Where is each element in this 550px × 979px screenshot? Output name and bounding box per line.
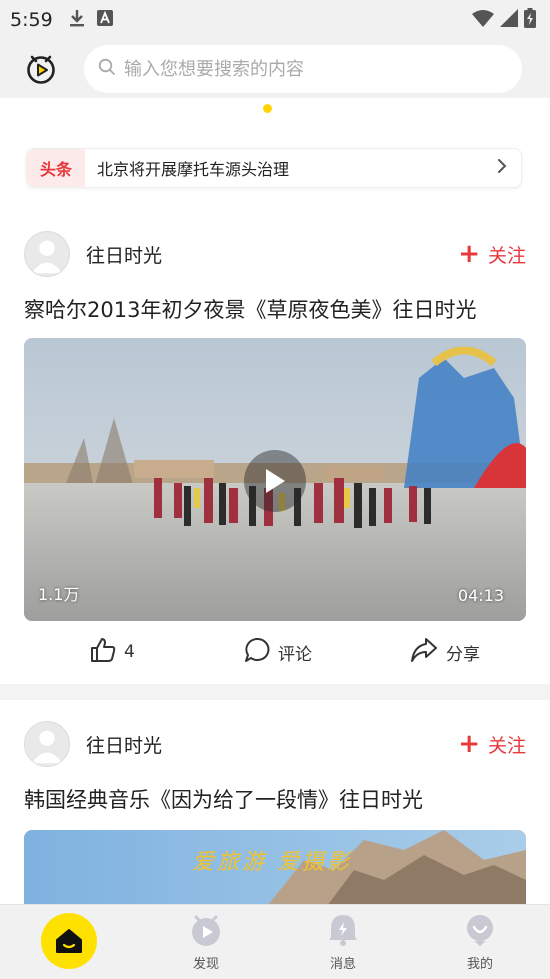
app-root: 5:59 输入您想要搜索的内容 头条 北京将开展摩托车源头治理 往日时光 + 关…	[0, 0, 550, 979]
battery-charging-icon	[524, 8, 536, 32]
share-arrow-icon	[410, 637, 438, 668]
plus-icon: +	[458, 239, 480, 269]
nav-mine[interactable]: 我的	[440, 913, 520, 972]
nav-discover[interactable]: 发现	[166, 913, 246, 972]
follow-label: 关注	[487, 734, 526, 757]
feed-post: 往日时光 + 关注 察哈尔2013年初夕夜景《草原夜色美》往日时光 1.1万 0…	[0, 210, 550, 684]
follow-button[interactable]: + 关注	[458, 731, 526, 758]
keyboard-a-icon	[96, 10, 113, 30]
feed-post: 往日时光 + 关注 韩国经典音乐《因为给了一段情》往日时光 爱旅游 爱摄影	[0, 700, 550, 910]
thumbnail-caption: 爱旅游 爱摄影	[192, 850, 352, 875]
thumbs-up-icon	[90, 637, 116, 668]
post-author-row: 往日时光 + 关注	[24, 720, 526, 768]
top-header	[0, 40, 550, 98]
plus-icon: +	[458, 729, 480, 759]
bottom-navigation: 发现 消息 我的	[0, 904, 550, 979]
comment-label: 评论	[278, 644, 312, 665]
views-value: 1.1万	[38, 585, 80, 604]
avatar[interactable]	[24, 721, 70, 767]
headline-ticker[interactable]: 头条 北京将开展摩托车源头治理	[26, 148, 522, 188]
play-button[interactable]	[244, 450, 306, 512]
share-button[interactable]: 分享	[410, 637, 480, 668]
like-count: 4	[124, 642, 135, 662]
nav-messages[interactable]: 消息	[303, 913, 383, 972]
author-name[interactable]: 往日时光	[86, 241, 162, 268]
status-time: 5:59	[10, 9, 53, 31]
status-icons-left	[69, 9, 113, 31]
chevron-right-icon	[497, 158, 507, 178]
follow-button[interactable]: + 关注	[458, 241, 526, 268]
headline-text[interactable]: 北京将开展摩托车源头治理	[97, 156, 497, 180]
comment-bubble-icon	[244, 637, 270, 668]
like-button[interactable]: 4	[90, 637, 135, 668]
avatar[interactable]	[24, 231, 70, 277]
video-duration: 04:13	[457, 586, 504, 605]
carousel-dot-indicator	[263, 104, 272, 113]
status-bar: 5:59	[0, 0, 550, 40]
status-icons-right	[472, 8, 536, 32]
video-thumbnail[interactable]: 爱旅游 爱摄影	[24, 830, 526, 910]
post-actions: 4 评论 分享	[0, 634, 550, 670]
search-input[interactable]	[124, 58, 464, 80]
nav-home[interactable]	[29, 913, 109, 969]
author-name[interactable]: 往日时光	[86, 731, 162, 758]
nav-label: 发现	[192, 957, 219, 972]
post-title[interactable]: 察哈尔2013年初夕夜景《草原夜色美》往日时光	[24, 294, 476, 324]
bell-icon	[328, 913, 358, 951]
post-author-row: 往日时光 + 关注	[24, 230, 526, 278]
video-thumbnail[interactable]: 1.1万 04:13	[24, 338, 526, 621]
nav-label: 消息	[329, 957, 356, 972]
post-title[interactable]: 韩国经典音乐《因为给了一段情》往日时光	[24, 784, 423, 814]
view-count: 1.1万	[38, 581, 79, 605]
signal-icon	[500, 9, 518, 31]
follow-label: 关注	[487, 244, 526, 267]
nav-label: 我的	[466, 957, 493, 972]
video-play-logo-icon[interactable]	[24, 52, 58, 86]
post-divider	[0, 684, 550, 700]
profile-icon	[465, 913, 495, 951]
headline-badge: 头条	[27, 149, 85, 187]
search-bar[interactable]	[84, 45, 522, 93]
search-icon	[98, 58, 116, 80]
wifi-icon	[472, 9, 494, 31]
download-icon	[69, 9, 85, 31]
comment-button[interactable]: 评论	[244, 637, 312, 668]
home-icon	[41, 913, 97, 969]
share-label: 分享	[446, 644, 480, 665]
discover-icon	[190, 913, 222, 951]
